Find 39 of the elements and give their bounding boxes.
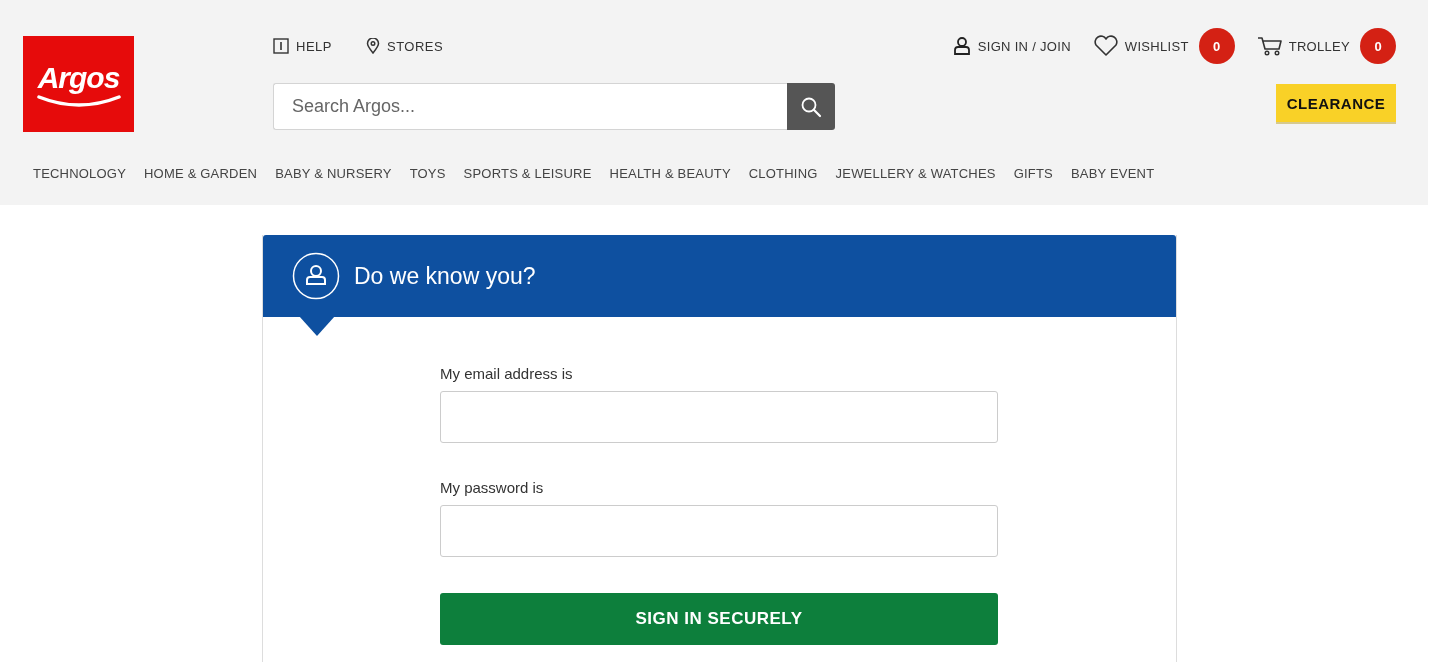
account-label: WISHLIST [1124,38,1189,54]
person-icon [951,36,972,56]
search-icon [800,95,822,118]
argos-logo[interactable]: Argos [23,36,134,132]
field-label: My password is [440,479,545,496]
category-link[interactable]: BABY EVENT [1070,166,1155,181]
cart-icon [1256,35,1283,57]
category-link[interactable]: HOME & GARDEN [144,166,258,181]
category-link[interactable]: CLOTHING [748,166,818,181]
count-badge: 0 [1360,28,1396,64]
account-link[interactable]: SIGN IN / JOIN [951,36,1071,56]
smile-icon [36,95,121,107]
category-link[interactable]: BABY & NURSERY [275,166,392,181]
count-badge: 0 [1198,28,1235,64]
search-field[interactable]: Search Argos... [273,83,787,130]
category-link[interactable]: HEALTH & BEAUTY [609,166,731,181]
account-link[interactable]: WISHLIST 0 [1092,28,1235,64]
search-button[interactable] [787,83,835,130]
category-link[interactable]: SPORTS & LEISURE [463,166,592,181]
heart-icon [1092,35,1119,57]
account-label: TROLLEY [1288,38,1350,54]
person-circle-icon [292,252,340,300]
sign-in-button[interactable]: SIGN IN SECURELY [440,593,998,645]
account-label: SIGN IN / JOIN [977,38,1071,54]
field-label: My email address is [440,365,574,382]
account-link[interactable]: TROLLEY 0 [1256,28,1396,64]
card-title: Do we know you? [354,262,536,290]
location-pin-icon [365,38,380,54]
info-icon [273,38,289,54]
logo-text: Argos [37,61,120,95]
category-link[interactable]: TOYS [409,166,446,181]
category-link[interactable]: TECHNOLOGY [33,166,126,181]
password-field[interactable] [440,505,998,557]
category-link[interactable]: JEWELLERY & WATCHES [835,166,996,181]
category-link[interactable]: GIFTS [1013,166,1053,181]
email-field[interactable] [440,391,998,443]
utility-link[interactable]: HELP [273,35,332,57]
clearance-button[interactable]: CLEARANCE [1276,84,1396,124]
utility-link[interactable]: STORES [365,35,444,57]
